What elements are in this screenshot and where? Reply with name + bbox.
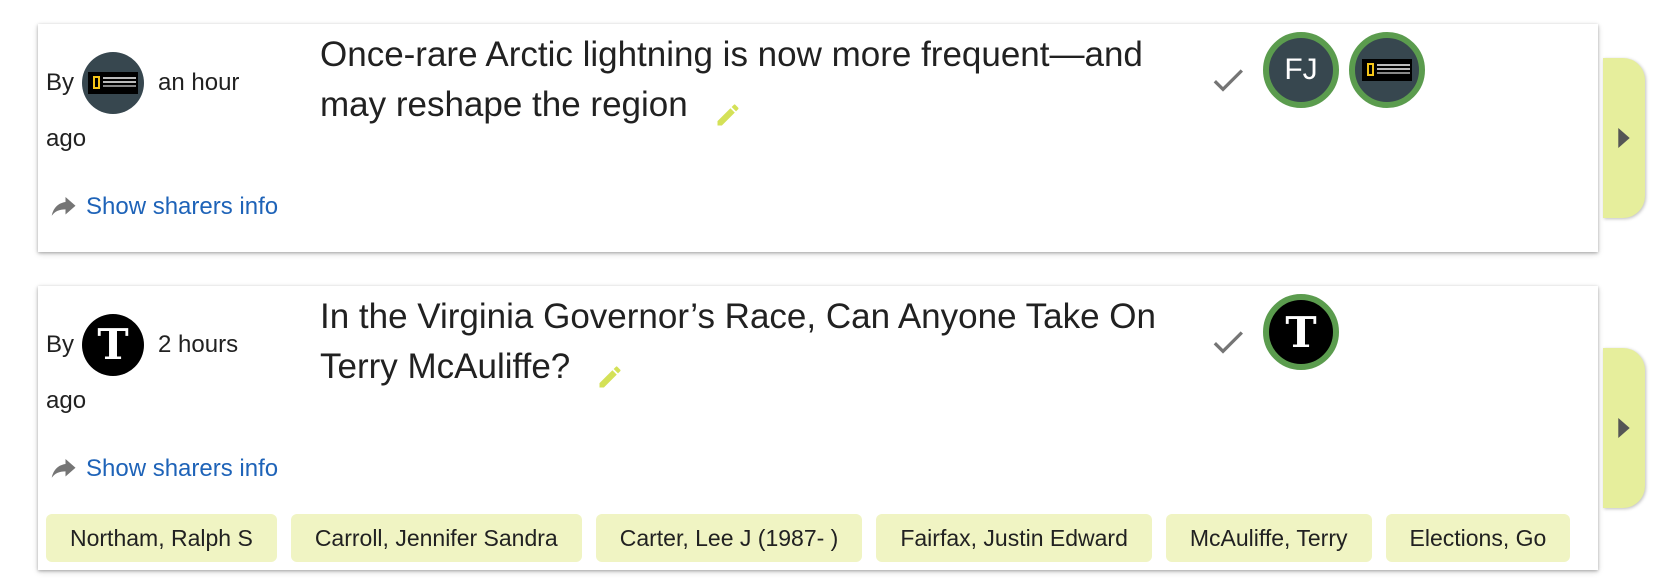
check-icon[interactable]	[1208, 322, 1248, 362]
new-york-times-logo-icon: T	[1285, 307, 1317, 357]
tag-chip[interactable]: Elections, Go	[1385, 514, 1571, 562]
national-geographic-logo-icon	[88, 72, 139, 94]
check-icon[interactable]	[1208, 60, 1248, 100]
pencil-icon[interactable]	[714, 93, 742, 126]
expand-panel-tab[interactable]	[1603, 58, 1645, 218]
share-arrow-icon	[51, 197, 76, 216]
article-title[interactable]: In the Virginia Governor’s Race, Can Any…	[320, 292, 1180, 392]
national-geographic-logo-icon	[1362, 59, 1412, 81]
pencil-icon[interactable]	[596, 355, 624, 388]
show-sharers-link[interactable]: Show sharers info	[46, 192, 278, 222]
share-arrow-icon	[51, 459, 76, 478]
tag-list: Northam, Ralph S Carroll, Jennifer Sandra…	[46, 514, 1584, 562]
show-sharers-label[interactable]: Show sharers info	[86, 455, 278, 483]
timestamp-suffix: ago	[46, 387, 87, 414]
timestamp: 2 hours	[158, 331, 239, 358]
tag-chip[interactable]: Northam, Ralph S	[46, 514, 277, 562]
source-avatar[interactable]: T	[82, 314, 145, 376]
timestamp-suffix: ago	[46, 125, 87, 152]
article-card: By an hour ago Once-rare Arctic lightning…	[38, 24, 1598, 252]
show-sharers-label[interactable]: Show sharers info	[86, 193, 278, 221]
tag-chip[interactable]: Carter, Lee J (1987- )	[595, 514, 863, 562]
show-sharers-link[interactable]: Show sharers info	[46, 454, 278, 484]
new-york-times-logo-icon: T	[97, 320, 129, 369]
by-label: By	[46, 69, 75, 96]
sharer-initials: FJ	[1284, 53, 1318, 86]
sharer-avatar[interactable]: T	[1263, 294, 1339, 370]
tag-chip[interactable]: Fairfax, Justin Edward	[876, 514, 1152, 562]
caret-right-icon	[1618, 128, 1630, 148]
byline: By T 2 hours ago	[46, 314, 266, 426]
tag-chip[interactable]: Carroll, Jennifer Sandra	[290, 514, 582, 562]
sharer-avatar[interactable]	[1349, 32, 1425, 108]
article-title[interactable]: Once-rare Arctic lightning is now more f…	[320, 30, 1180, 130]
article-card: By T 2 hours ago In the Virginia Governor’…	[38, 286, 1598, 570]
article-title-text[interactable]: In the Virginia Governor’s Race, Can Any…	[320, 297, 1156, 386]
timestamp: an hour	[158, 69, 240, 96]
sharer-avatar[interactable]: FJ	[1263, 32, 1339, 108]
by-label: By	[46, 331, 75, 358]
tag-chip[interactable]: McAuliffe, Terry	[1165, 514, 1372, 562]
caret-right-icon	[1618, 418, 1630, 438]
source-avatar[interactable]	[82, 52, 145, 114]
expand-panel-tab[interactable]	[1603, 348, 1645, 508]
byline: By an hour ago	[46, 52, 266, 164]
